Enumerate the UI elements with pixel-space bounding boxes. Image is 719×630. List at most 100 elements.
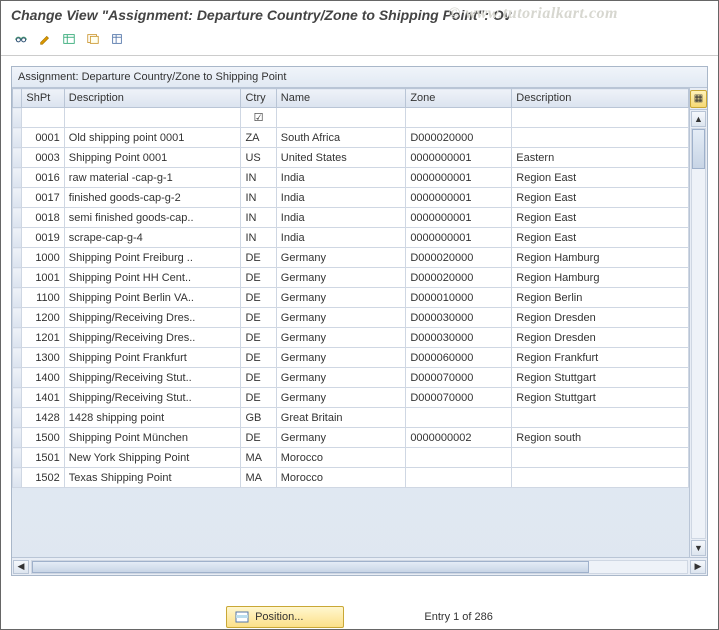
cell-name[interactable]: India	[276, 168, 406, 188]
cell-desc2[interactable]: Region East	[512, 228, 689, 248]
row-selector[interactable]	[13, 168, 22, 188]
table-row[interactable]: 1500Shipping Point MünchenDEGermany00000…	[13, 428, 689, 448]
cell-name[interactable]: Morocco	[276, 448, 406, 468]
cell-ctry[interactable]: DE	[241, 388, 276, 408]
horizontal-scrollbar[interactable]: ◀ ▶	[12, 557, 707, 575]
table-row[interactable]: 1001Shipping Point HH Cent..DEGermanyD00…	[13, 268, 689, 288]
table-row[interactable]: 1100Shipping Point Berlin VA..DEGermanyD…	[13, 288, 689, 308]
cell-desc2[interactable]: Region Hamburg	[512, 248, 689, 268]
cell-desc1[interactable]: Shipping Point Freiburg ..	[64, 248, 241, 268]
cell-desc2[interactable]: Region East	[512, 188, 689, 208]
cell-name[interactable]: Germany	[276, 308, 406, 328]
delete-button[interactable]	[107, 29, 127, 49]
col-ctry-header[interactable]: Ctry	[241, 89, 276, 108]
cell-desc1[interactable]: New York Shipping Point	[64, 448, 241, 468]
cell-desc2[interactable]: Region Hamburg	[512, 268, 689, 288]
col-name-header[interactable]: Name	[276, 89, 406, 108]
cell-zone[interactable]	[406, 408, 512, 428]
table-row[interactable]: 1401Shipping/Receiving Stut..DEGermanyD0…	[13, 388, 689, 408]
vscroll-thumb[interactable]	[692, 129, 705, 169]
cell-zone[interactable]: 0000000001	[406, 188, 512, 208]
row-selector[interactable]	[13, 428, 22, 448]
cell-zone[interactable]	[406, 468, 512, 488]
row-selector[interactable]	[13, 228, 22, 248]
filter-ctry[interactable]: ☑	[241, 108, 276, 128]
cell-zone[interactable]: D000020000	[406, 248, 512, 268]
cell-name[interactable]: Germany	[276, 428, 406, 448]
cell-desc1[interactable]: Shipping/Receiving Dres..	[64, 328, 241, 348]
cell-name[interactable]: Germany	[276, 388, 406, 408]
row-selector[interactable]	[13, 348, 22, 368]
cell-desc2[interactable]	[512, 468, 689, 488]
cell-shpt[interactable]: 1100	[22, 288, 64, 308]
cell-name[interactable]: India	[276, 188, 406, 208]
table-row[interactable]: 1501New York Shipping PointMAMorocco	[13, 448, 689, 468]
cell-desc1[interactable]: Shipping/Receiving Dres..	[64, 308, 241, 328]
cell-shpt[interactable]: 0016	[22, 168, 64, 188]
table-row[interactable]: 1300Shipping Point FrankfurtDEGermanyD00…	[13, 348, 689, 368]
cell-ctry[interactable]: IN	[241, 228, 276, 248]
hscroll-thumb[interactable]	[32, 561, 589, 573]
cell-zone[interactable]	[406, 448, 512, 468]
cell-desc1[interactable]: Shipping/Receiving Stut..	[64, 368, 241, 388]
cell-zone[interactable]: 0000000001	[406, 208, 512, 228]
cell-desc1[interactable]: Shipping Point 0001	[64, 148, 241, 168]
row-selector[interactable]	[13, 268, 22, 288]
cell-ctry[interactable]: DE	[241, 328, 276, 348]
cell-desc2[interactable]: Region East	[512, 208, 689, 228]
cell-zone[interactable]: D000020000	[406, 128, 512, 148]
row-selector[interactable]	[13, 368, 22, 388]
cell-shpt[interactable]: 0017	[22, 188, 64, 208]
filter-row[interactable]: ☑	[13, 108, 689, 128]
cell-desc1[interactable]: Shipping Point Frankfurt	[64, 348, 241, 368]
cell-ctry[interactable]: DE	[241, 368, 276, 388]
table-row[interactable]: 1201Shipping/Receiving Dres..DEGermanyD0…	[13, 328, 689, 348]
cell-ctry[interactable]: DE	[241, 268, 276, 288]
cell-shpt[interactable]: 0019	[22, 228, 64, 248]
filter-desc1[interactable]	[64, 108, 241, 128]
new-entries-button[interactable]	[59, 29, 79, 49]
cell-shpt[interactable]: 1201	[22, 328, 64, 348]
cell-desc1[interactable]: Texas Shipping Point	[64, 468, 241, 488]
cell-zone[interactable]: D000020000	[406, 268, 512, 288]
cell-shpt[interactable]: 1428	[22, 408, 64, 428]
cell-desc1[interactable]: Shipping Point Berlin VA..	[64, 288, 241, 308]
table-row[interactable]: 1000Shipping Point Freiburg ..DEGermanyD…	[13, 248, 689, 268]
vertical-scrollbar[interactable]: ▦ ▲ ▼	[689, 88, 707, 557]
cell-name[interactable]: Germany	[276, 288, 406, 308]
cell-shpt[interactable]: 1000	[22, 248, 64, 268]
cell-name[interactable]: India	[276, 228, 406, 248]
col-shpt-header[interactable]: ShPt	[22, 89, 64, 108]
table-row[interactable]: 1200Shipping/Receiving Dres..DEGermanyD0…	[13, 308, 689, 328]
cell-desc2[interactable]: Region Stuttgart	[512, 388, 689, 408]
cell-name[interactable]: Morocco	[276, 468, 406, 488]
cell-shpt[interactable]: 1200	[22, 308, 64, 328]
cell-ctry[interactable]: IN	[241, 168, 276, 188]
cell-desc2[interactable]: Region East	[512, 168, 689, 188]
edit-button[interactable]	[35, 29, 55, 49]
cell-name[interactable]: Germany	[276, 368, 406, 388]
cell-desc2[interactable]: Region Frankfurt	[512, 348, 689, 368]
cell-desc1[interactable]: scrape-cap-g-4	[64, 228, 241, 248]
row-selector[interactable]	[13, 128, 22, 148]
cell-desc2[interactable]	[512, 448, 689, 468]
cell-ctry[interactable]: ZA	[241, 128, 276, 148]
cell-name[interactable]: Germany	[276, 268, 406, 288]
cell-ctry[interactable]: DE	[241, 288, 276, 308]
cell-zone[interactable]: D000030000	[406, 308, 512, 328]
table-row[interactable]: 14281428 shipping pointGBGreat Britain	[13, 408, 689, 428]
position-button[interactable]: Position...	[226, 606, 344, 628]
row-selector[interactable]	[13, 328, 22, 348]
table-row[interactable]: 1502Texas Shipping PointMAMorocco	[13, 468, 689, 488]
filter-desc2[interactable]	[512, 108, 689, 128]
cell-desc2[interactable]: Region Berlin	[512, 288, 689, 308]
cell-ctry[interactable]: DE	[241, 428, 276, 448]
cell-desc1[interactable]: 1428 shipping point	[64, 408, 241, 428]
cell-shpt[interactable]: 0003	[22, 148, 64, 168]
row-selector[interactable]	[13, 388, 22, 408]
cell-name[interactable]: United States	[276, 148, 406, 168]
row-selector[interactable]	[13, 208, 22, 228]
cell-shpt[interactable]: 1300	[22, 348, 64, 368]
scroll-down-button[interactable]: ▼	[691, 540, 706, 556]
cell-shpt[interactable]: 1501	[22, 448, 64, 468]
